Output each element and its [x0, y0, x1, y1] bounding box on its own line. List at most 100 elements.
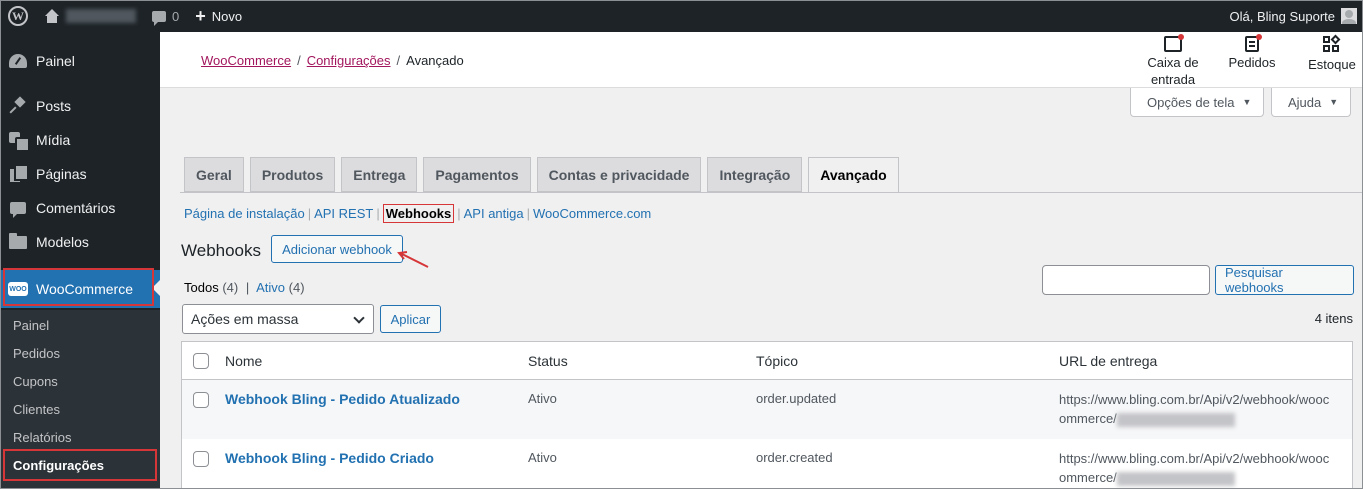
- status-ativo-count: (4): [288, 280, 305, 295]
- tab-geral[interactable]: Geral: [184, 157, 244, 192]
- row-url-line2: ommerce/: [1059, 411, 1117, 426]
- items-count: 4 itens: [1314, 311, 1353, 326]
- search-input[interactable]: [1042, 265, 1210, 295]
- menu-item-paginas[interactable]: Páginas: [0, 157, 160, 191]
- menu-item-painel[interactable]: Painel: [0, 44, 160, 78]
- row-url-line2: ommerce/: [1059, 470, 1117, 485]
- highlight-box-configuracoes: [3, 449, 157, 481]
- section-separator: |: [526, 206, 531, 221]
- inbox-button[interactable]: Caixa de entrada: [1144, 34, 1202, 88]
- status-todos-count: (4): [222, 280, 239, 295]
- apply-button[interactable]: Aplicar: [380, 305, 441, 333]
- search-webhooks-button[interactable]: Pesquisar webhooks: [1215, 265, 1354, 295]
- section-links: Página de instalação | API REST | Webhoo…: [184, 204, 651, 223]
- inbox-icon: [1164, 34, 1184, 52]
- status-separator: |: [245, 280, 250, 295]
- status-ativo-link[interactable]: Ativo: [256, 280, 285, 295]
- bulk-actions-label: Ações em massa: [191, 311, 299, 327]
- section-link-woocommerce-com[interactable]: WooCommerce.com: [533, 206, 651, 221]
- tab-contas-privacidade[interactable]: Contas e privacidade: [536, 157, 702, 192]
- column-header-topic: Tópico: [756, 353, 799, 369]
- select-all-checkbox[interactable]: [193, 353, 209, 369]
- redacted-token: [1116, 412, 1235, 427]
- row-url-line1: https://www.bling.com.br/Api/v2/webhook/…: [1059, 392, 1330, 407]
- tabs-divider: [180, 192, 1362, 193]
- section-link-webhooks[interactable]: Webhooks: [382, 204, 455, 223]
- stock-icon: [1323, 34, 1341, 54]
- status-todos-link[interactable]: Todos: [184, 280, 219, 295]
- row-url-line1: https://www.bling.com.br/Api/v2/webhook/…: [1059, 451, 1330, 466]
- account-button[interactable]: Olá, Bling Suporte: [1221, 0, 1359, 32]
- menu-item-label: Posts: [36, 98, 72, 114]
- highlight-box-woocommerce: [3, 268, 154, 306]
- breadcrumb-woocommerce-link[interactable]: WooCommerce: [201, 53, 291, 68]
- breadcrumb-configuracoes-link[interactable]: Configurações: [307, 53, 391, 68]
- table-row: Webhook Bling - Pedido Criado Ativo orde…: [182, 439, 1352, 489]
- comments-button[interactable]: 0: [144, 0, 187, 32]
- media-icon: [9, 132, 30, 152]
- tab-avancado[interactable]: Avançado: [808, 157, 899, 193]
- section-separator: |: [307, 206, 312, 221]
- inbox-label-1: Caixa de: [1147, 55, 1199, 70]
- column-header-name[interactable]: Nome: [225, 353, 262, 369]
- page-title: Webhooks: [181, 241, 262, 260]
- comments-icon: [10, 202, 26, 218]
- annotation-arrow-icon: [397, 251, 429, 268]
- breadcrumb: WooCommerce / Configurações / Avançado: [201, 53, 464, 68]
- comment-bubble-icon: [152, 10, 166, 26]
- breadcrumb-separator: /: [297, 53, 301, 68]
- greeting: Olá, Bling Suporte: [1229, 8, 1335, 24]
- section-link-api-antiga[interactable]: API antiga: [464, 206, 524, 221]
- folder-icon: [9, 232, 27, 249]
- webhook-name-link[interactable]: Webhook Bling - Pedido Criado: [225, 450, 434, 466]
- breadcrumb-current: Avançado: [406, 53, 464, 68]
- menu-item-label: Mídia: [36, 132, 71, 148]
- orders-icon: [1245, 34, 1262, 52]
- stock-label: Estoque: [1308, 57, 1356, 72]
- site-name-button[interactable]: [36, 0, 144, 32]
- menu-item-label: Modelos: [36, 234, 89, 250]
- tab-pagamentos[interactable]: Pagamentos: [423, 157, 531, 192]
- stock-button[interactable]: Estoque: [1306, 34, 1358, 73]
- row-topic: order.created: [756, 450, 833, 465]
- menu-item-modelos[interactable]: Modelos: [0, 225, 160, 259]
- add-webhook-button[interactable]: Adicionar webhook: [271, 235, 403, 263]
- submenu-cupons[interactable]: Cupons: [0, 367, 160, 395]
- help-button[interactable]: Ajuda ▼: [1271, 88, 1352, 117]
- new-content-button[interactable]: + Novo: [187, 0, 250, 32]
- wordpress-logo-button[interactable]: W: [0, 0, 36, 32]
- section-link-instalacao[interactable]: Página de instalação: [184, 206, 305, 221]
- status-filter-links: Todos (4) | Ativo (4): [184, 280, 305, 295]
- section-separator: |: [457, 206, 461, 221]
- menu-item-posts[interactable]: Posts: [0, 89, 160, 123]
- submenu-pedidos[interactable]: Pedidos: [0, 339, 160, 367]
- plus-icon: +: [195, 6, 206, 26]
- tab-entrega[interactable]: Entrega: [341, 157, 418, 192]
- tab-produtos[interactable]: Produtos: [249, 157, 336, 192]
- row-url: https://www.bling.com.br/Api/v2/webhook/…: [1059, 449, 1349, 487]
- menu-item-midia[interactable]: Mídia: [0, 123, 160, 157]
- orders-button[interactable]: Pedidos: [1224, 34, 1280, 71]
- menu-item-label: Painel: [36, 53, 75, 69]
- menu-item-comentarios[interactable]: Comentários: [0, 191, 160, 225]
- submenu-relatorios[interactable]: Relatórios: [0, 423, 160, 451]
- inbox-label-2: entrada: [1150, 72, 1196, 87]
- tab-integracao[interactable]: Integração: [707, 157, 803, 192]
- row-status: Ativo: [528, 450, 557, 465]
- screen-options-button[interactable]: Opções de tela ▼: [1130, 88, 1265, 117]
- site-name-redacted: [66, 9, 136, 23]
- menu-item-label: Páginas: [36, 166, 87, 182]
- caret-down-icon: ▼: [1242, 97, 1252, 107]
- woocommerce-header: WooCommerce / Configurações / Avançado Caixa…: [160, 32, 1362, 88]
- submenu-painel[interactable]: Painel: [0, 311, 160, 339]
- row-checkbox[interactable]: [193, 392, 209, 408]
- submenu-clientes[interactable]: Clientes: [0, 395, 160, 423]
- row-status: Ativo: [528, 391, 557, 406]
- row-checkbox[interactable]: [193, 451, 209, 467]
- bulk-actions-select[interactable]: Ações em massa: [182, 304, 374, 334]
- webhook-name-link[interactable]: Webhook Bling - Pedido Atualizado: [225, 391, 460, 407]
- section-link-api-rest[interactable]: API REST: [314, 206, 373, 221]
- help-label: Ajuda: [1288, 94, 1322, 110]
- row-url: https://www.bling.com.br/Api/v2/webhook/…: [1059, 390, 1349, 428]
- table-header: Nome Status Tópico URL de entrega: [182, 342, 1352, 380]
